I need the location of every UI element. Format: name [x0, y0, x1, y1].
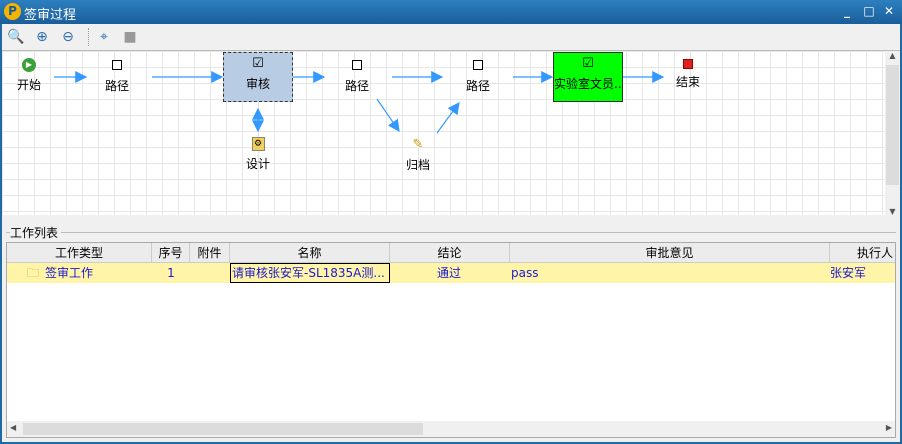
zoom-fit-icon[interactable]: 🔍: [6, 27, 26, 47]
node-label: 归档: [405, 158, 430, 172]
route-icon: [112, 60, 122, 70]
column-header[interactable]: 附件: [190, 243, 230, 263]
zoom-out-icon[interactable]: ⊖: [58, 27, 78, 47]
fit-page-icon[interactable]: ⌖: [94, 27, 114, 47]
approve-task-icon: ☑: [252, 56, 264, 71]
column-header[interactable]: 序号: [152, 243, 190, 263]
route-icon: [352, 60, 362, 70]
node-end[interactable]: 结束: [670, 59, 706, 90]
cell-opinion: pass: [511, 266, 539, 280]
worklist-panel: 工作列表 工作类型 序号 附件 名称 结论 审批意见 执行人 🗀 签审工作 1 …: [2, 215, 900, 442]
column-header[interactable]: 审批意见: [510, 243, 830, 263]
zoom-in-icon[interactable]: ⊕: [32, 27, 52, 47]
app-logo-icon: P: [4, 3, 21, 20]
node-label: 路径: [465, 79, 490, 93]
archive-icon: ✎: [412, 137, 424, 152]
minimize-button[interactable]: _: [840, 4, 854, 18]
cell-executor: 张安军: [830, 266, 867, 280]
column-header[interactable]: 名称: [230, 243, 390, 263]
node-design[interactable]: ⚙ 设计: [240, 137, 276, 172]
toolbar-divider: [88, 28, 89, 46]
column-header[interactable]: 工作类型: [7, 243, 152, 263]
node-label: 路径: [104, 79, 129, 93]
play-icon: ▶: [22, 58, 36, 72]
node-start[interactable]: ▶ 开始: [12, 58, 46, 93]
worklist-title: 工作列表: [10, 224, 62, 241]
node-label: 路径: [344, 79, 369, 93]
scroll-thumb[interactable]: [886, 65, 899, 185]
title-bar: P 签审过程 _ □ ✕: [0, 0, 902, 24]
window-title: 签审过程: [24, 8, 77, 23]
node-label: 审核: [245, 77, 270, 91]
vertical-scrollbar[interactable]: ▲ ▼: [885, 51, 900, 215]
approve-task-icon: ☑: [582, 56, 594, 71]
worklist-table: 工作类型 序号 附件 名称 结论 审批意见 执行人 🗀 签审工作 1 请审核张安…: [6, 242, 896, 438]
folder-icon: 🗀: [27, 266, 40, 280]
horizontal-scrollbar[interactable]: ◀ ▶: [7, 421, 895, 437]
maximize-button[interactable]: □: [862, 4, 876, 18]
table-header: 工作类型 序号 附件 名称 结论 审批意见 执行人: [7, 243, 895, 263]
cell-index: 1: [167, 266, 175, 280]
node-lab-clerk-active[interactable]: ☑ 实验室文员...: [553, 52, 623, 102]
workflow-canvas[interactable]: ▶ 开始 路径 ☑ 审核 ⚙ 设计 路径 ✎ 归档 路径 ☑ 实验室文员... …: [2, 50, 900, 215]
disabled-icon: ■: [123, 29, 137, 45]
column-header[interactable]: 执行人: [830, 243, 895, 263]
node-review-selected[interactable]: ☑ 审核: [223, 52, 293, 102]
table-row[interactable]: 🗀 签审工作 1 请审核张安军-SL1835A测... 通过 pass 张安军: [7, 263, 895, 283]
node-label: 实验室文员...: [554, 77, 623, 91]
arrow: [436, 102, 460, 134]
node-label: 开始: [16, 78, 41, 92]
stop-icon: [683, 59, 693, 69]
close-button[interactable]: ✕: [882, 4, 896, 18]
node-label: 结束: [675, 75, 700, 89]
route-icon: [473, 60, 483, 70]
cell-type: 签审工作: [45, 266, 94, 280]
node-route[interactable]: 路径: [458, 59, 498, 94]
node-route[interactable]: 路径: [337, 59, 377, 94]
node-route[interactable]: 路径: [97, 59, 137, 94]
scroll-thumb[interactable]: [23, 423, 423, 435]
arrow: [376, 98, 400, 132]
node-label: 设计: [245, 157, 270, 171]
document-icon: ⚙: [251, 137, 265, 151]
toolbar: 🔍 ⊕ ⊖ ⌖ ■: [2, 24, 900, 50]
cell-conclusion: 通过: [437, 266, 462, 280]
node-archive[interactable]: ✎ 归档: [400, 137, 436, 173]
cell-name[interactable]: 请审核张安军-SL1835A测...: [230, 263, 390, 283]
column-header[interactable]: 结论: [390, 243, 510, 263]
